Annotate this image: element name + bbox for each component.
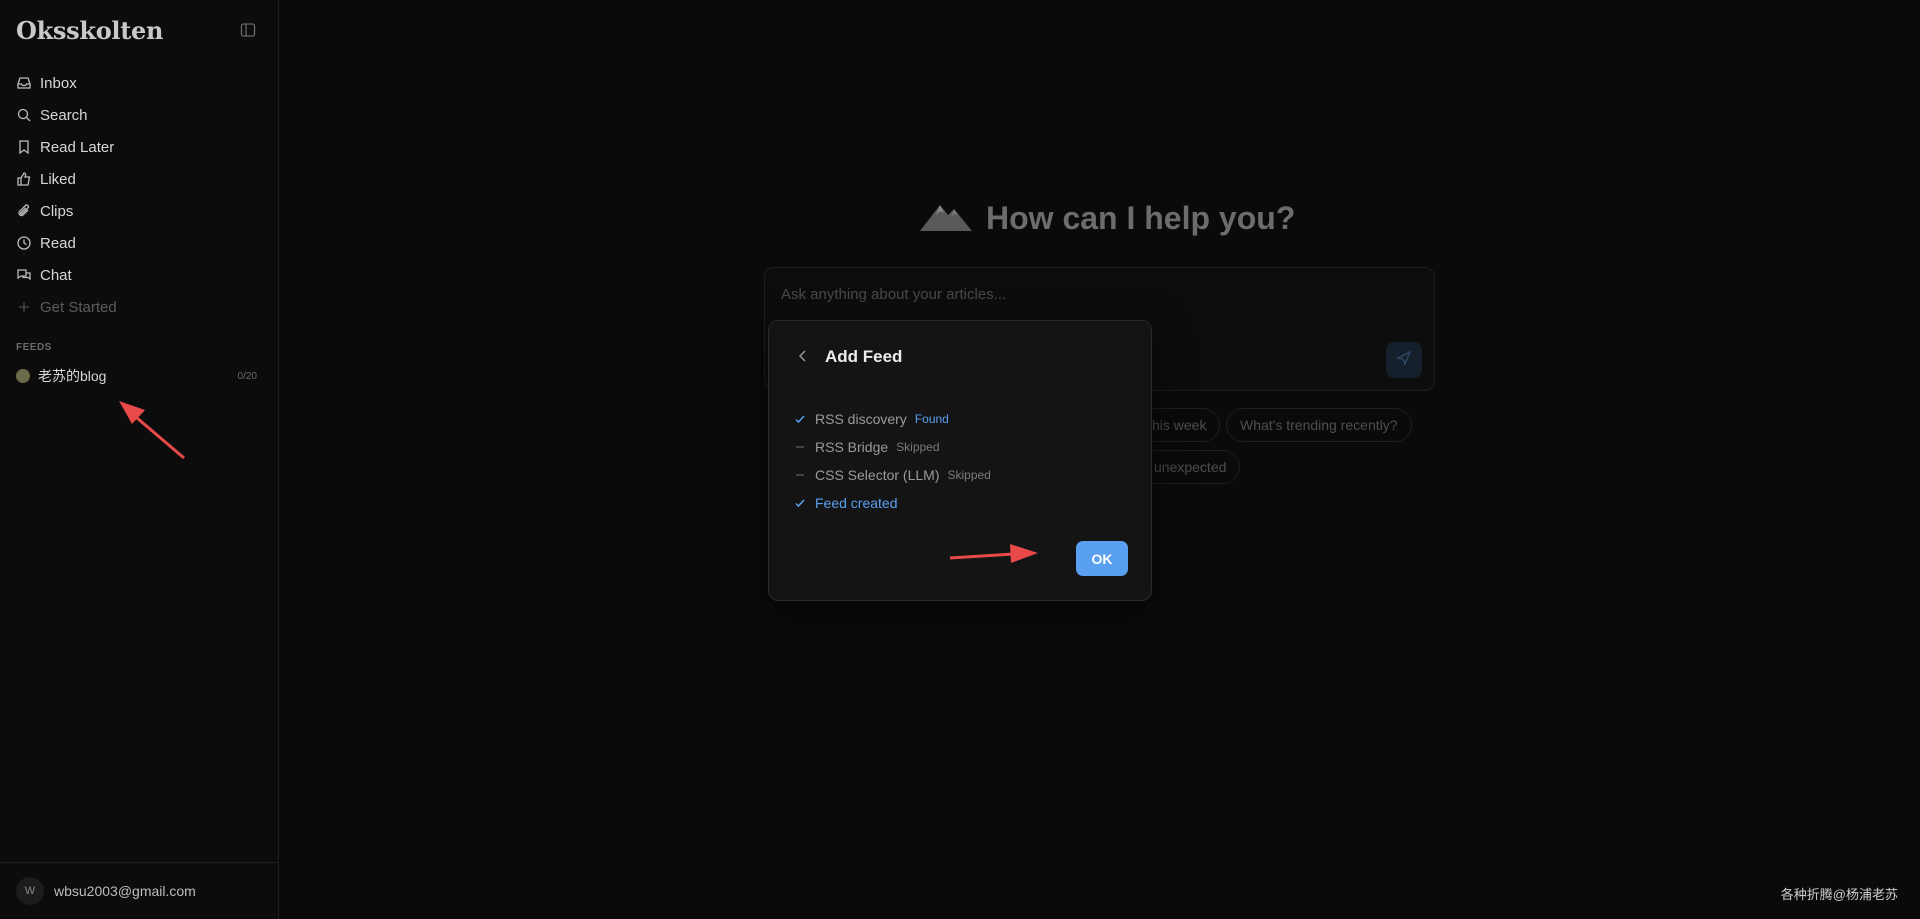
sidebar-nav: Inbox Search Read Later Liked Clips Read… (0, 67, 279, 323)
sidebar-item-label: Search (40, 106, 88, 124)
send-icon (1395, 350, 1412, 371)
ok-button[interactable]: OK (1076, 541, 1128, 576)
chat-heading: How can I help you? (986, 200, 1296, 236)
feed-unread-count: 0/20 (237, 370, 257, 382)
step-label: Feed created (815, 495, 898, 511)
dash-icon (793, 440, 807, 454)
watermark: 各种折腾@杨浦老苏 (1780, 887, 1898, 902)
sidebar-item-chat[interactable]: Chat (0, 259, 279, 291)
user-account-bar[interactable]: W wbsu2003@gmail.com (0, 862, 279, 919)
send-button[interactable] (1386, 342, 1422, 378)
back-chevron-icon[interactable] (795, 348, 811, 364)
suggestion-chip[interactable]: unexpected (1140, 450, 1241, 484)
bookmark-icon (16, 139, 32, 155)
user-email: wbsu2003@gmail.com (54, 883, 196, 899)
step-css-selector: CSS Selector (LLM) Skipped (793, 465, 991, 485)
step-status-badge: Found (914, 412, 949, 426)
sidebar-item-inbox[interactable]: Inbox (0, 67, 279, 99)
sidebar-item-label: Clips (40, 202, 74, 220)
sidebar-item-label: Inbox (40, 74, 77, 92)
suggestion-chip[interactable]: What's trending recently? (1226, 408, 1412, 442)
check-icon (793, 496, 807, 510)
feed-item[interactable]: 老苏的blog 0/20 (0, 362, 279, 390)
sidebar-item-liked[interactable]: Liked (0, 163, 279, 195)
step-label: CSS Selector (LLM) (815, 467, 940, 483)
chat-hero: How can I help you? (920, 200, 1295, 237)
chat-input-placeholder[interactable]: Ask anything about your articles... (781, 286, 1006, 303)
sidebar-item-read-later[interactable]: Read Later (0, 131, 279, 163)
inbox-icon (16, 75, 32, 91)
sidebar-item-get-started[interactable]: Get Started (0, 291, 279, 323)
mountain-logo-icon (920, 201, 972, 236)
avatar: W (16, 877, 44, 905)
check-icon (793, 412, 807, 426)
feeds-section-label: FEEDS (16, 342, 52, 353)
step-status-badge: Skipped (896, 440, 940, 454)
step-rss-discovery: RSS discovery Found (793, 409, 949, 429)
step-rss-bridge: RSS Bridge Skipped (793, 437, 940, 457)
sidebar-item-label: Chat (40, 266, 72, 284)
add-feed-dialog: Add Feed RSS discovery Found RSS Bridge … (768, 320, 1152, 601)
sidebar: Oksskolten Inbox Search Read Later Liked… (0, 0, 279, 919)
sidebar-toggle-icon[interactable] (240, 22, 256, 38)
sidebar-item-label: Liked (40, 170, 76, 188)
app-brand[interactable]: Oksskolten (16, 16, 163, 45)
sidebar-item-search[interactable]: Search (0, 99, 279, 131)
step-label: RSS Bridge (815, 439, 889, 455)
sidebar-item-label: Read (40, 234, 76, 252)
sidebar-item-clips[interactable]: Clips (0, 195, 279, 227)
step-label: RSS discovery (815, 411, 907, 427)
thumbs-up-icon (16, 171, 32, 187)
step-status-badge: Skipped (947, 468, 991, 482)
sidebar-item-label: Get Started (40, 298, 117, 316)
clock-icon (16, 235, 32, 251)
plus-icon (16, 299, 32, 315)
paperclip-icon (16, 203, 32, 219)
feed-favicon-icon (16, 369, 30, 383)
sidebar-item-read[interactable]: Read (0, 227, 279, 259)
dash-icon (793, 468, 807, 482)
dialog-title: Add Feed (825, 347, 903, 366)
step-feed-created: Feed created (793, 493, 898, 513)
chat-icon (16, 267, 32, 283)
search-icon (16, 107, 32, 123)
feed-name: 老苏的blog (38, 368, 107, 384)
sidebar-item-label: Read Later (40, 138, 115, 156)
